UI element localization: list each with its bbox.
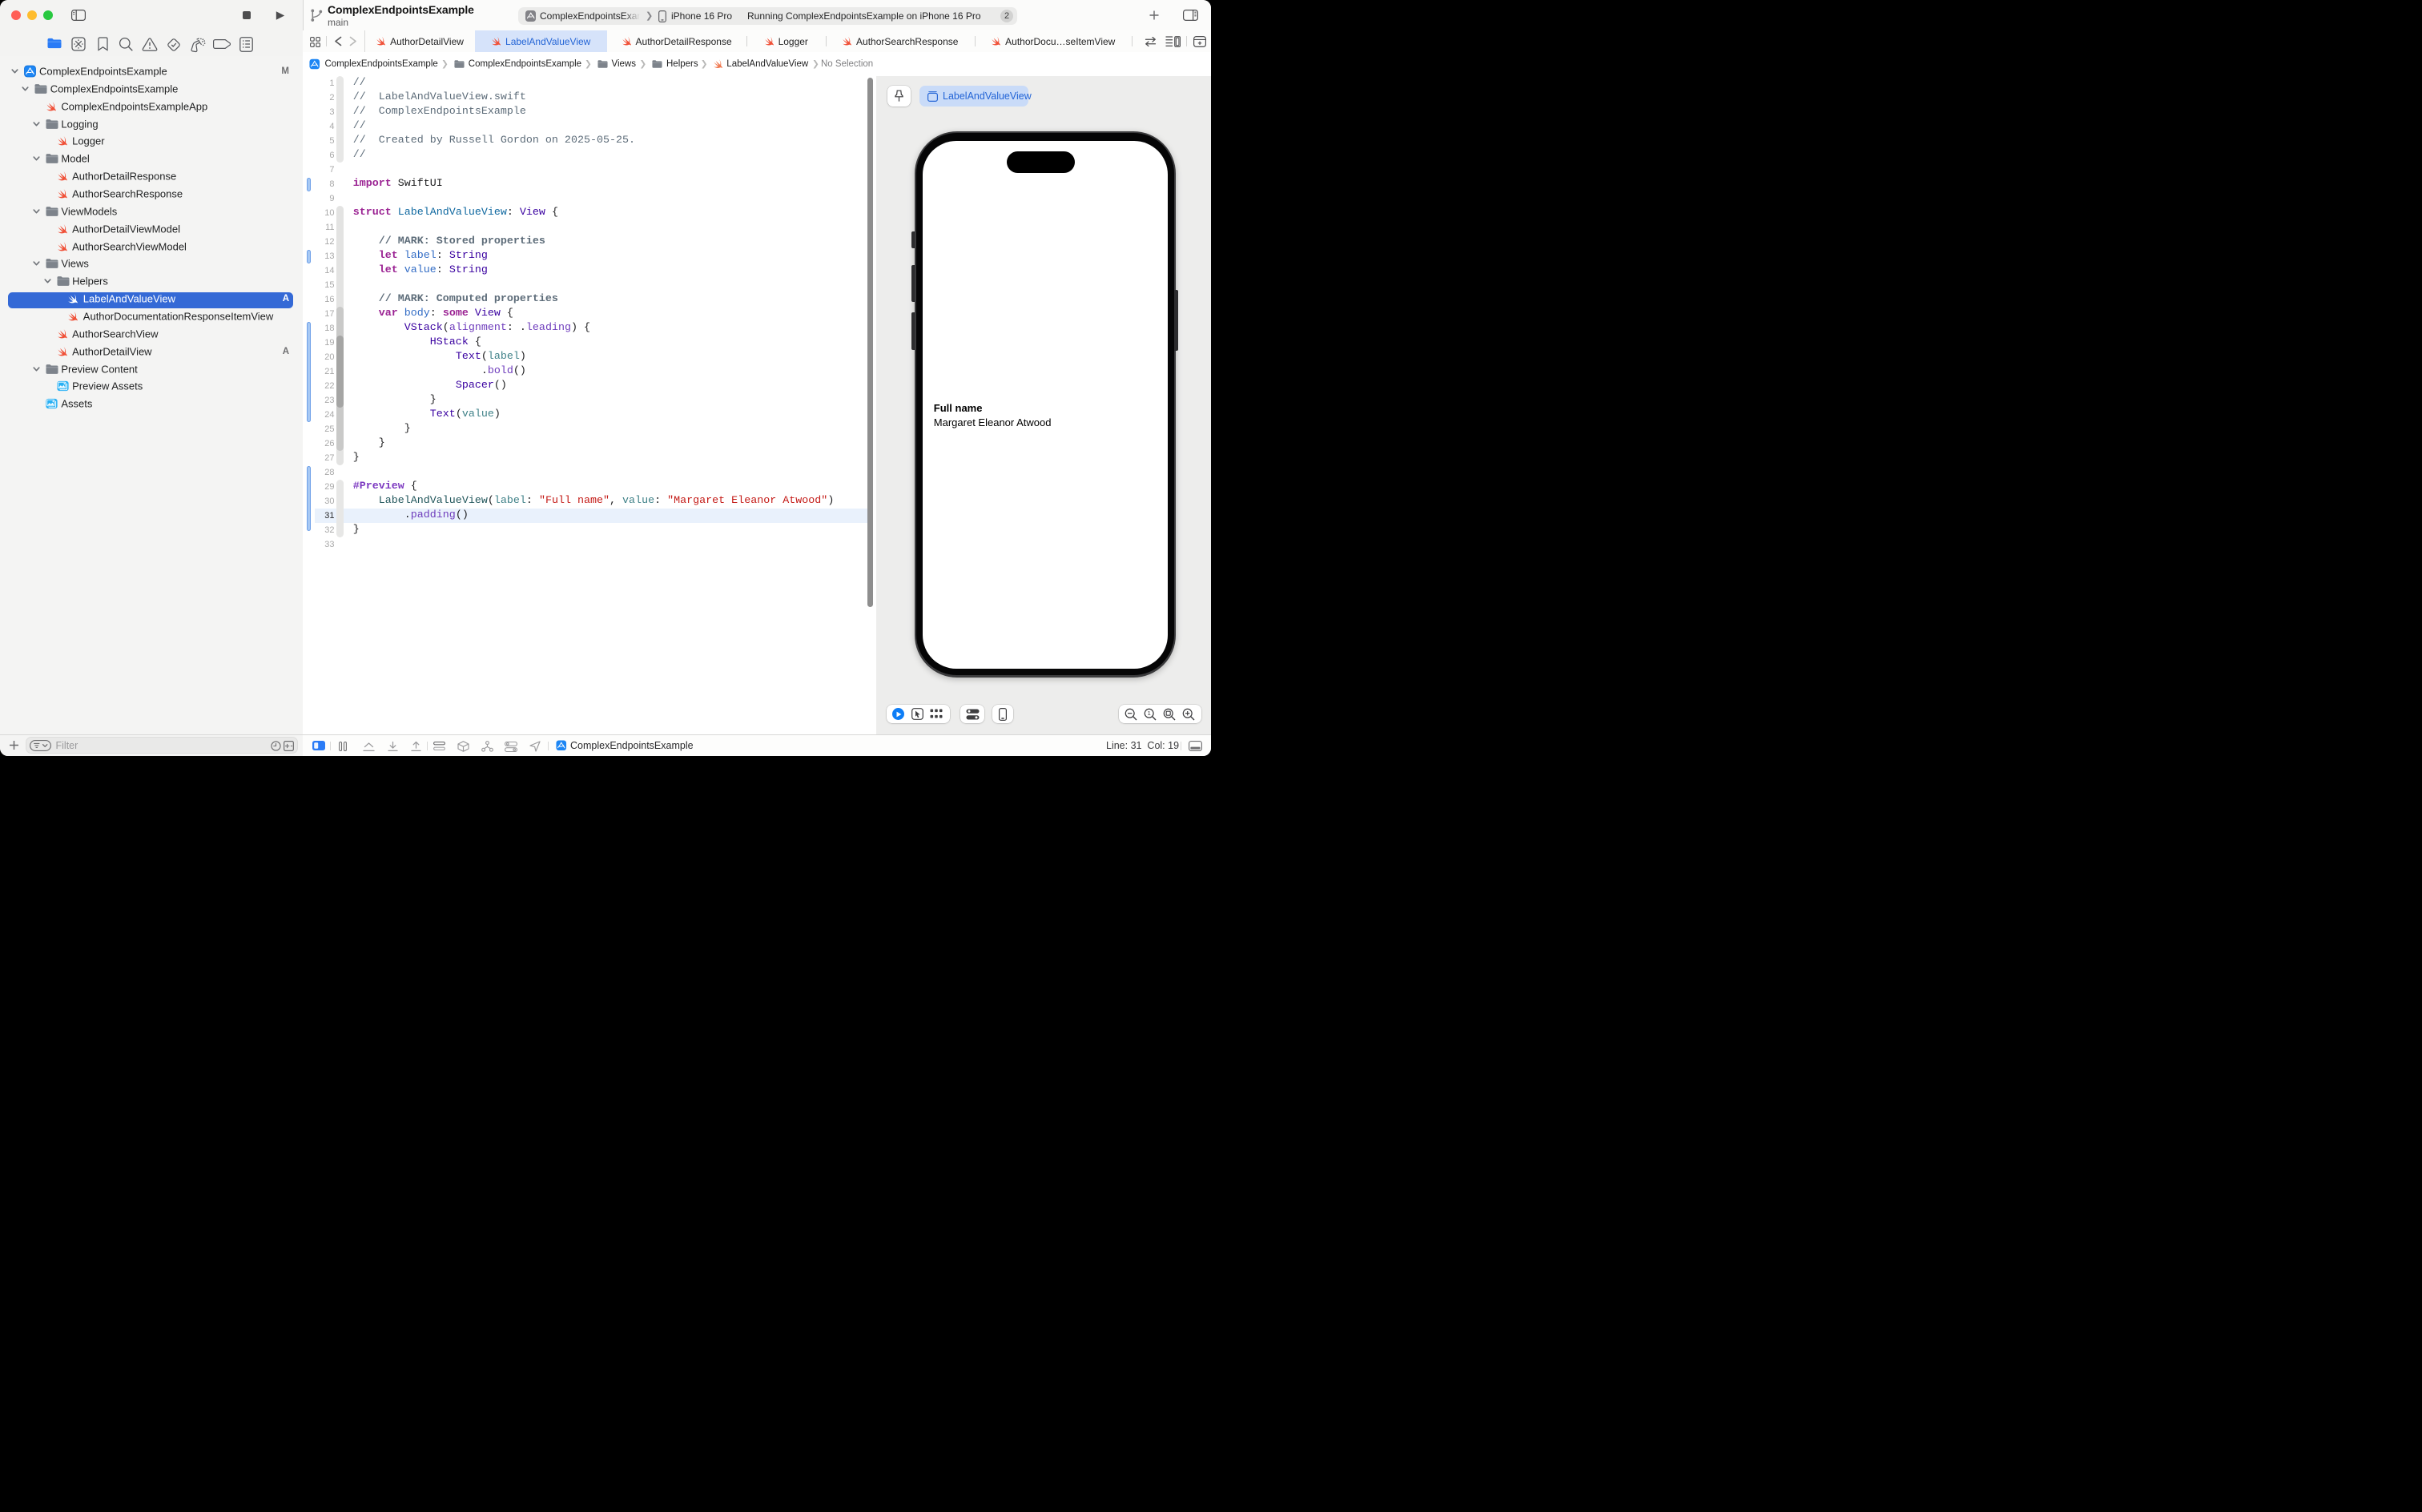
svg-text:1: 1 [1148, 710, 1151, 717]
